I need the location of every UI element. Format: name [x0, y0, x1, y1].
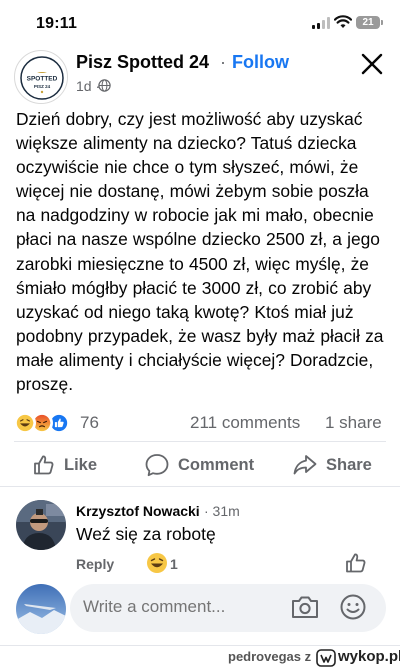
battery-tip: [381, 20, 383, 25]
reply-button[interactable]: Reply: [76, 556, 114, 572]
thumbs-up-icon: [34, 455, 54, 475]
comment-like-icon[interactable]: [344, 551, 368, 575]
globe-icon: [98, 79, 111, 92]
wifi-icon: [334, 15, 352, 28]
battery-icon: 21: [356, 16, 380, 29]
status-bar: 19:11 21: [0, 0, 400, 44]
share-button[interactable]: Share: [292, 447, 372, 483]
share-arrow-icon: [293, 455, 317, 475]
post-timestamp[interactable]: 1d ·: [76, 78, 100, 94]
comment-button[interactable]: Comment: [144, 447, 254, 483]
logo-text-bottom: PISZ 24: [34, 84, 51, 89]
divider: [0, 486, 400, 487]
comment-label: Comment: [178, 455, 255, 474]
page-avatar[interactable]: SPOTTED PISZ 24: [14, 50, 68, 104]
comment-author[interactable]: Krzysztof Nowacki: [76, 503, 200, 519]
comments-count[interactable]: 211 comments: [190, 413, 300, 433]
share-label: Share: [326, 455, 372, 474]
like-button[interactable]: Like: [32, 447, 97, 483]
camera-icon[interactable]: [290, 594, 320, 620]
like-label: Like: [64, 455, 98, 474]
logo-text-top: SPOTTED: [27, 76, 58, 83]
current-user-photo: [16, 584, 66, 634]
follow-button[interactable]: Follow: [232, 52, 289, 73]
comment-timestamp: · 31m: [204, 503, 240, 519]
emoji-icon[interactable]: [339, 593, 367, 621]
shares-count[interactable]: 1 share: [325, 413, 382, 433]
current-user-avatar: [16, 584, 66, 634]
reaction-count[interactable]: 76: [80, 413, 99, 433]
comment-bubble-icon: [145, 454, 169, 477]
divider: [14, 441, 386, 442]
commenter-photo: [16, 500, 66, 550]
page-name[interactable]: Pisz Spotted 24: [76, 52, 209, 73]
close-icon[interactable]: [358, 50, 386, 78]
comment-text: Weź się za robotę: [76, 524, 216, 544]
comment-input[interactable]: [83, 597, 273, 617]
status-time: 19:11: [36, 15, 78, 32]
laugh-reaction-icon: [14, 412, 36, 434]
spotted-logo-icon: SPOTTED PISZ 24: [17, 53, 67, 103]
laugh-reaction-icon[interactable]: [146, 552, 168, 574]
cellular-signal-icon: [312, 17, 330, 29]
post-text: Dzień dobry, czy jest możliwość aby uzys…: [16, 109, 384, 395]
header-separator: ·: [220, 52, 226, 72]
watermark-site: wykop.pl: [338, 648, 400, 665]
commenter-avatar[interactable]: [16, 500, 66, 550]
comment-reaction-count[interactable]: 1: [170, 556, 178, 572]
watermark-user: pedrovegas z: [228, 649, 312, 664]
